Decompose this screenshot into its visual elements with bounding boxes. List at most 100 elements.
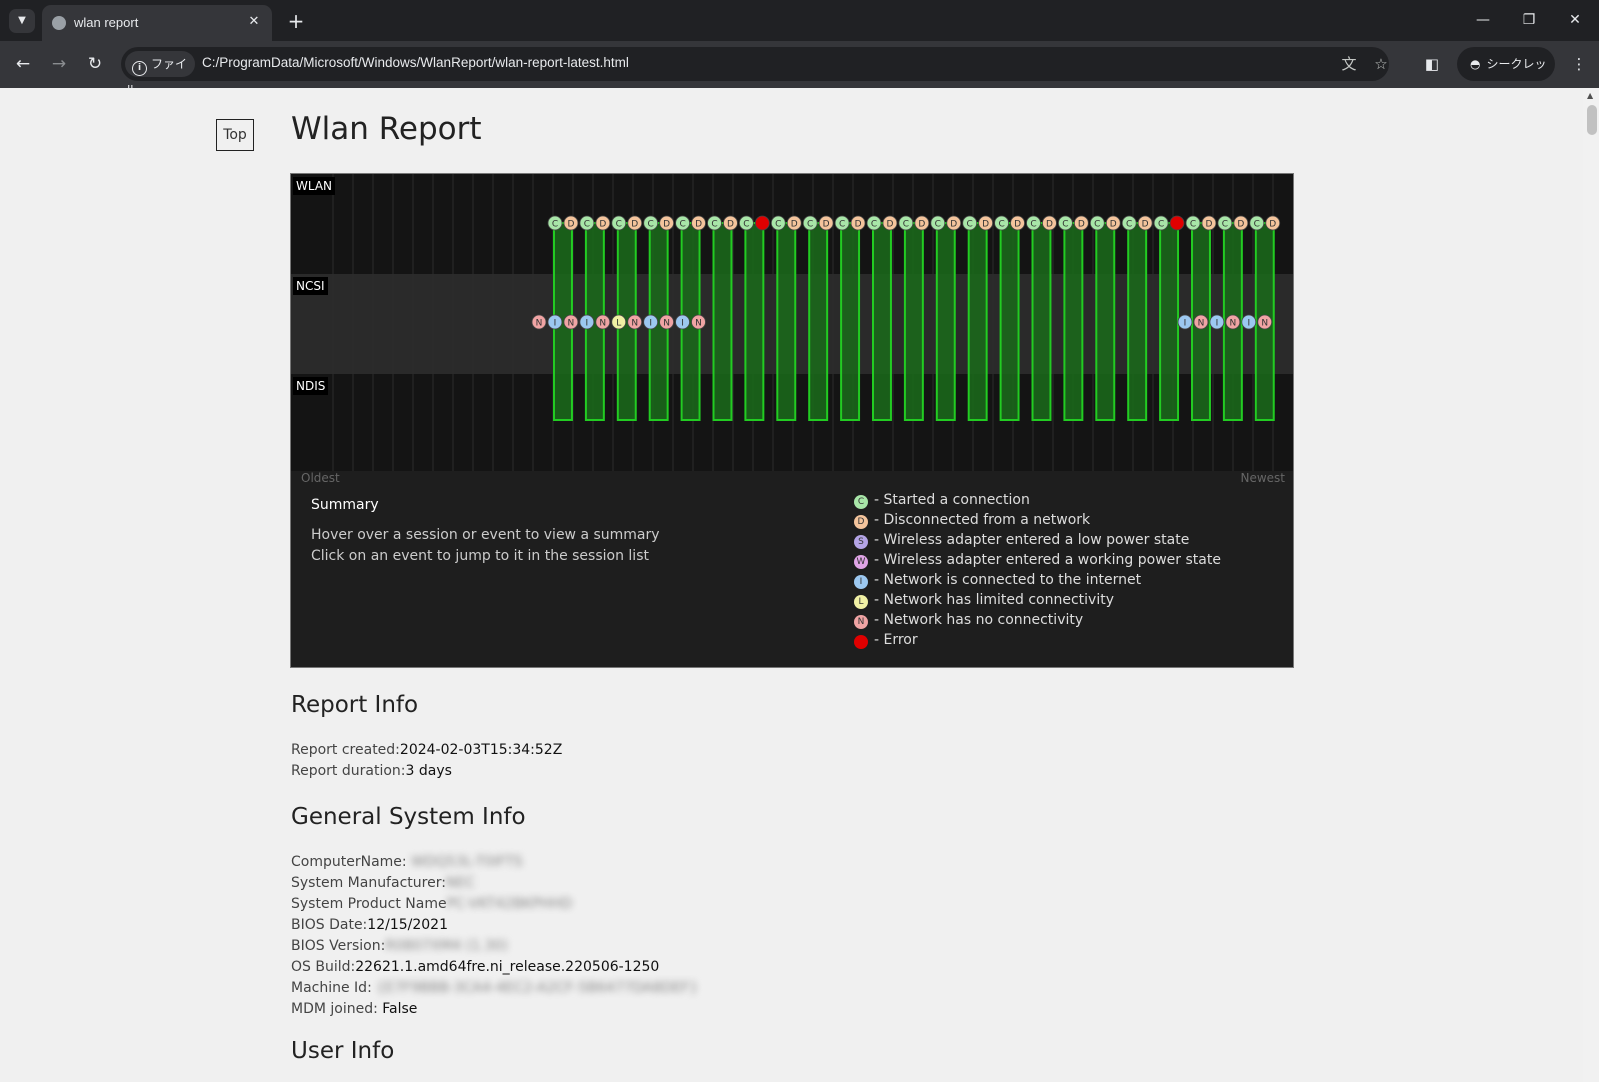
wlan-event-dot-letter: C	[871, 220, 877, 230]
legend-text: - Disconnected from a network	[874, 512, 1091, 528]
translate-icon[interactable]: 文	[1339, 54, 1359, 74]
wlan-event-dot-letter: C	[616, 220, 622, 230]
legend-text: - Network has no connectivity	[874, 612, 1084, 628]
os-build-label: OS Build:	[291, 959, 356, 975]
ncsi-event-dot-letter: L	[616, 319, 621, 329]
ncsi-event-dot-letter: I	[1216, 319, 1219, 329]
ncsi-event-dot-letter: N	[568, 319, 575, 329]
manufacturer-label: System Manufacturer:	[291, 875, 446, 891]
newest-label: Newest	[1240, 471, 1285, 485]
session-bar	[744, 222, 765, 421]
url-text[interactable]: C:/ProgramData/Microsoft/Windows/WlanRep…	[202, 55, 629, 70]
wlan-event-dot-letter: D	[1237, 220, 1244, 230]
back-arrow-icon[interactable]: ←	[10, 51, 36, 77]
computer-name-row: ComputerName: WDQ53L-T0IFTS	[291, 854, 523, 870]
new-tab-plus-icon[interactable]: +	[283, 8, 309, 34]
wlan-event-dot-letter: D	[1078, 220, 1085, 230]
page-scrollbar[interactable]: ▲	[1583, 88, 1599, 1082]
wlan-event-dot-letter: D	[823, 220, 830, 230]
wlan-event-dot-letter: D	[950, 220, 957, 230]
ncsi-event-dot-letter: I	[554, 319, 557, 329]
session-bar	[872, 222, 892, 421]
user-info-heading: User Info	[291, 1038, 395, 1064]
bios-date-label: BIOS Date:	[291, 917, 368, 933]
scrollbar-thumb[interactable]	[1587, 105, 1597, 135]
product-name-label: System Product Name	[291, 896, 447, 912]
product-name-row: System Product NamePC-VKT42BKPHHD	[291, 896, 572, 912]
session-bar	[1031, 222, 1052, 421]
ncsi-event-dot-letter: N	[1229, 319, 1236, 329]
wlan-event-dot	[754, 215, 770, 231]
report-created-value: 2024-02-03T15:34:52Z	[399, 742, 563, 758]
wlan-event-dot-letter: C	[935, 220, 941, 230]
lane-label-wlan: WLAN	[293, 177, 336, 195]
ncsi-event-dot-letter: N	[663, 319, 670, 329]
ncsi-event-dot-letter: N	[695, 319, 702, 329]
machine-id-value: {E7F9BBB-3CA4-4EC2-A2CF-5B6477DA8DEF}	[376, 980, 699, 996]
bios-version-row: BIOS Version:R0807XM4 (1.30)	[291, 938, 508, 954]
report-duration-row: Report duration:3 days	[291, 763, 452, 779]
globe-icon	[52, 16, 66, 30]
scroll-up-arrow-icon[interactable]: ▲	[1587, 91, 1593, 100]
legend-text: - Wireless adapter entered a low power s…	[874, 532, 1190, 548]
legend-text: - Error	[874, 632, 918, 648]
incognito-badge[interactable]: ◓シークレット	[1457, 47, 1555, 105]
legend-dot: I	[854, 575, 868, 589]
bookmark-star-icon[interactable]: ☆	[1371, 54, 1391, 74]
mdm-joined-value: False	[382, 1001, 418, 1017]
legend-dot: C	[854, 495, 868, 509]
legend-dot: W	[854, 555, 868, 569]
wlan-event-dot-letter: C	[1158, 220, 1164, 230]
os-build-row: OS Build:22621.1.amd64fre.ni_release.220…	[291, 959, 659, 975]
wlan-event-dot-letter: D	[1046, 220, 1053, 230]
forward-arrow-icon[interactable]: →	[46, 51, 72, 77]
legend-dot: L	[854, 595, 868, 609]
timeline-graph: CDCDCDCDCDCDCCDCDCDCDCDCDCDCDCDCDCDCDCCD…	[291, 174, 1293, 471]
address-bar[interactable]: iファイル C:/ProgramData/Microsoft/Windows/W…	[121, 47, 1391, 97]
close-tab-icon[interactable]: ✕	[244, 12, 264, 32]
top-button[interactable]: Top	[216, 119, 254, 151]
ncsi-event-dot-letter: I	[1247, 319, 1250, 329]
wlan-event-dot-letter: C	[1126, 220, 1132, 230]
ncsi-event-dot-letter: N	[599, 319, 606, 329]
session-bar	[1127, 222, 1148, 421]
legend-text: - Network is connected to the internet	[874, 572, 1142, 588]
reload-icon[interactable]: ↻	[82, 51, 108, 77]
bios-date-value: 12/15/2021	[367, 917, 448, 933]
wlan-event-dot-letter: C	[584, 220, 590, 230]
info-icon: i	[132, 61, 147, 76]
computer-name-value: WDQ53L-T0IFTS	[411, 854, 523, 870]
wlan-event-dot-letter: C	[711, 220, 717, 230]
legend-dot: D	[854, 515, 868, 529]
site-info-chip[interactable]: iファイル	[125, 51, 195, 97]
session-bar	[840, 222, 861, 421]
menu-kebab-icon[interactable]: ⋮	[1568, 53, 1590, 75]
wlan-event-dot-letter: D	[1110, 220, 1117, 230]
wlan-event-dot-letter: C	[1062, 220, 1068, 230]
wlan-event-dot-letter: C	[1190, 220, 1196, 230]
wlan-event-dot	[1169, 215, 1185, 231]
wlan-event-dot-letter: D	[918, 220, 925, 230]
maximize-icon[interactable]: ❐	[1509, 6, 1549, 34]
tab-search-chevron-icon[interactable]: ▼	[9, 9, 35, 33]
report-info-heading: Report Info	[291, 692, 419, 718]
wlan-event-dot-letter: D	[886, 220, 893, 230]
wlan-event-dot-letter: D	[1269, 220, 1276, 230]
wlan-event-dot-letter: C	[743, 220, 749, 230]
mdm-joined-label: MDM joined:	[291, 1001, 383, 1017]
wlan-event-dot-letter: D	[1205, 220, 1212, 230]
wlan-event-dot-letter: C	[903, 220, 909, 230]
minimize-icon[interactable]: —	[1463, 6, 1503, 34]
session-bar	[1095, 222, 1116, 421]
legend-text: - Started a connection	[874, 492, 1030, 508]
session-bar	[1063, 222, 1084, 421]
wlan-event-dot-letter: C	[1030, 220, 1036, 230]
wlan-event-dot-letter: C	[1254, 220, 1260, 230]
tab-wlan-report[interactable]: wlan report ✕	[42, 5, 272, 41]
summary-click-hint: Click on an event to jump to it in the s…	[311, 548, 649, 564]
legend-text: - Wireless adapter entered a working pow…	[874, 552, 1221, 568]
close-window-icon[interactable]: ✕	[1555, 6, 1595, 34]
legend-dot: N	[854, 615, 868, 629]
wlan-event-dot-letter: C	[998, 220, 1004, 230]
side-panel-icon[interactable]: ◧	[1421, 53, 1443, 75]
